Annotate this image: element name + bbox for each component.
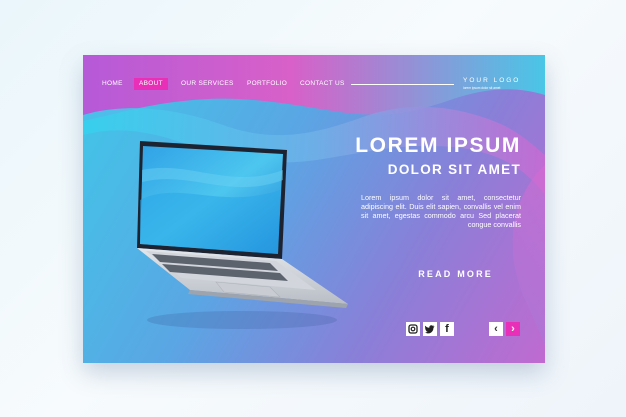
nav-portfolio[interactable]: PORTFOLIO — [247, 78, 287, 90]
read-more-button[interactable]: READ MORE — [418, 269, 493, 279]
nav-home[interactable]: HOME — [102, 78, 123, 90]
hero-subtitle: DOLOR SIT AMET — [387, 162, 521, 177]
facebook-icon[interactable]: f — [440, 322, 454, 336]
nav-divider-line — [351, 84, 454, 85]
hero-title: LOREM IPSUM — [355, 134, 521, 157]
next-arrow-button[interactable]: › — [506, 322, 520, 336]
previous-arrow-button[interactable]: ‹ — [489, 322, 503, 336]
logo-title[interactable]: YOUR LOGO — [463, 77, 520, 84]
slide-pager: ‹ › — [489, 322, 520, 336]
facebook-glyph: f — [445, 323, 449, 335]
logo-tagline: lorem ipsum dolor sit amet — [463, 86, 501, 90]
twitter-icon[interactable] — [423, 322, 437, 336]
instagram-icon[interactable] — [406, 322, 420, 336]
landing-page-card: HOME ABOUT OUR SERVICES PORTFOLIO CONTAC… — [83, 55, 545, 363]
nav-contact-us[interactable]: CONTACT US — [300, 78, 345, 90]
nav-our-services[interactable]: OUR SERVICES — [181, 78, 234, 90]
nav-about[interactable]: ABOUT — [134, 78, 168, 90]
hero-body-text: Lorem ipsum dolor sit amet, consectetur … — [361, 193, 521, 229]
laptop-illustration — [137, 141, 348, 329]
social-links: f — [406, 322, 454, 336]
